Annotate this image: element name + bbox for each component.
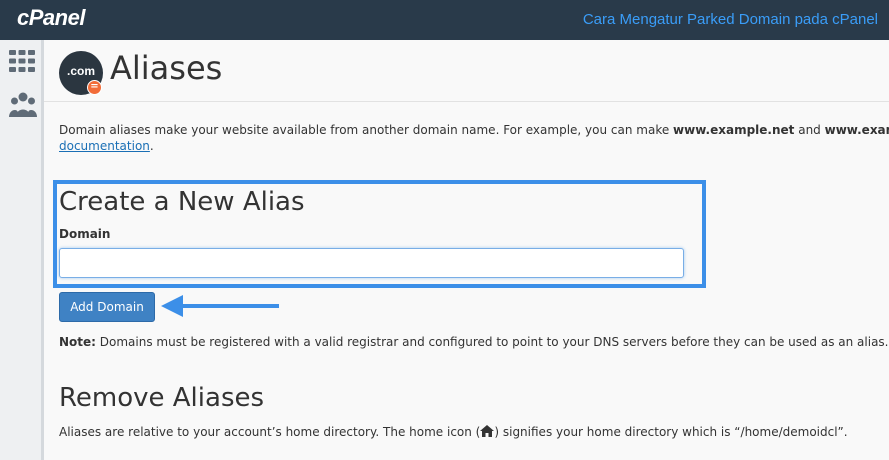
description-end: .: [149, 139, 154, 153]
note-text: Note: Domains must be registered with a …: [59, 335, 889, 349]
remove-description: Aliases are relative to your account’s h…: [59, 425, 848, 440]
sidebar: [0, 40, 44, 460]
users-icon[interactable]: [9, 92, 37, 122]
home-icon: [480, 425, 495, 440]
example-domain-2: www.example.: [824, 123, 889, 137]
domain-label: Domain: [59, 227, 111, 241]
description-text: Domain aliases make your website availab…: [59, 123, 674, 137]
example-domain-1: www.example.net: [673, 123, 795, 137]
create-alias-heading: Create a New Alias: [59, 187, 305, 217]
note-body: Domains must be registered with a valid …: [95, 335, 889, 349]
domain-alias-icon: .com =: [59, 51, 103, 95]
tutorial-title: Cara Mengatur Parked Domain pada cPanel: [582, 11, 878, 28]
grid-icon[interactable]: [9, 50, 35, 76]
add-domain-button[interactable]: Add Domain: [59, 292, 155, 322]
feature-icon-text: .com: [66, 64, 95, 78]
cpanel-logo[interactable]: cPanel: [17, 5, 85, 31]
documentation-link[interactable]: documentation: [59, 139, 150, 153]
remove-text-2: ) signifies your home directory which is…: [494, 425, 848, 439]
page-description: Domain aliases make your website availab…: [59, 122, 889, 154]
pointer-arrow-icon: [161, 295, 279, 317]
page-title: Aliases: [110, 49, 223, 87]
remove-text-1: Aliases are relative to your account’s h…: [59, 425, 481, 439]
description-text-2: and: [794, 123, 825, 137]
remove-aliases-heading: Remove Aliases: [59, 383, 265, 413]
page-header: .com = Aliases: [44, 40, 889, 102]
main-content: .com = Aliases Domain aliases make your …: [44, 40, 889, 460]
top-bar: cPanel Cara Mengatur Parked Domain pada …: [0, 0, 889, 40]
feature-badge-icon: =: [87, 80, 102, 95]
domain-input[interactable]: [59, 248, 684, 278]
note-label: Note:: [59, 335, 96, 349]
